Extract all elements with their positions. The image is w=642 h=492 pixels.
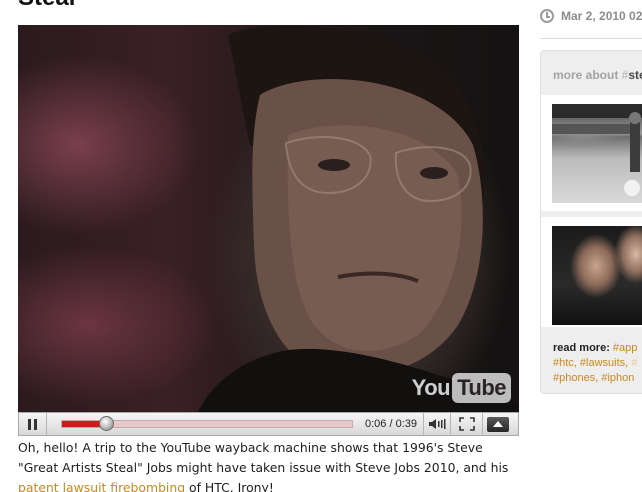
fullscreen-button[interactable] (451, 413, 484, 435)
post-date-text: Mar 2, 2010 02 (561, 9, 642, 23)
tag-link[interactable]: # (631, 357, 637, 369)
expand-button[interactable] (483, 413, 513, 435)
youtube-logo-you: You (411, 375, 451, 400)
progress-bar[interactable] (61, 416, 353, 431)
read-more-tags: read more: #app #htc, #lawsuits, # #phon… (553, 341, 642, 386)
youtube-logo-tube: Tube (452, 373, 511, 403)
caption-text-2: of HTC. Irony! (185, 480, 274, 492)
more-about-heading: more about #ste (553, 68, 642, 82)
related-post-photo (552, 104, 642, 196)
more-about-tag[interactable]: ste (628, 68, 642, 82)
time-display: 0:06 / 0:39 (365, 418, 417, 430)
time-total: 0:39 (395, 418, 418, 430)
volume-icon (429, 419, 446, 429)
pause-icon (28, 418, 37, 430)
youtube-logo: You Tube (412, 372, 511, 404)
more-about-panel: more about #ste read more: #app #htc, #l… (540, 50, 642, 394)
tag-link[interactable]: #htc, (553, 357, 577, 369)
article-title: Steal (18, 0, 75, 12)
expand-button-face (487, 416, 510, 432)
related-post-card[interactable] (541, 217, 642, 327)
related-post-card[interactable] (541, 95, 642, 211)
video-frame-image (198, 25, 519, 412)
tag-link[interactable]: #iphon (601, 372, 634, 384)
sidebar-divider (540, 38, 642, 39)
patent-lawsuit-link[interactable]: patent lawsuit firebombing (18, 480, 185, 492)
time-current: 0:06 (365, 418, 387, 430)
time-separator: / (386, 418, 396, 430)
more-about-label: more about (553, 68, 622, 82)
related-post-thumbnail[interactable] (552, 226, 642, 325)
tag-link[interactable]: #lawsuits, (580, 357, 628, 369)
pause-button[interactable] (19, 413, 47, 435)
related-post-thumbnail[interactable] (552, 104, 642, 203)
clock-icon (540, 9, 554, 23)
read-more-label: read more: (553, 342, 610, 354)
chevron-up-icon (493, 421, 504, 427)
article-caption: Oh, hello! A trip to the YouTube wayback… (18, 438, 526, 492)
tag-link[interactable]: #phones, (553, 372, 598, 384)
caption-text-1: Oh, hello! A trip to the YouTube wayback… (18, 440, 509, 475)
tag-link[interactable]: #app (613, 342, 637, 354)
video-controls: 0:06 / 0:39 (18, 412, 519, 436)
fullscreen-icon (458, 417, 475, 431)
post-date: Mar 2, 2010 02 (540, 9, 642, 23)
video-player[interactable]: You Tube (18, 25, 519, 412)
volume-button[interactable] (423, 413, 452, 435)
progress-knob[interactable] (98, 416, 114, 431)
